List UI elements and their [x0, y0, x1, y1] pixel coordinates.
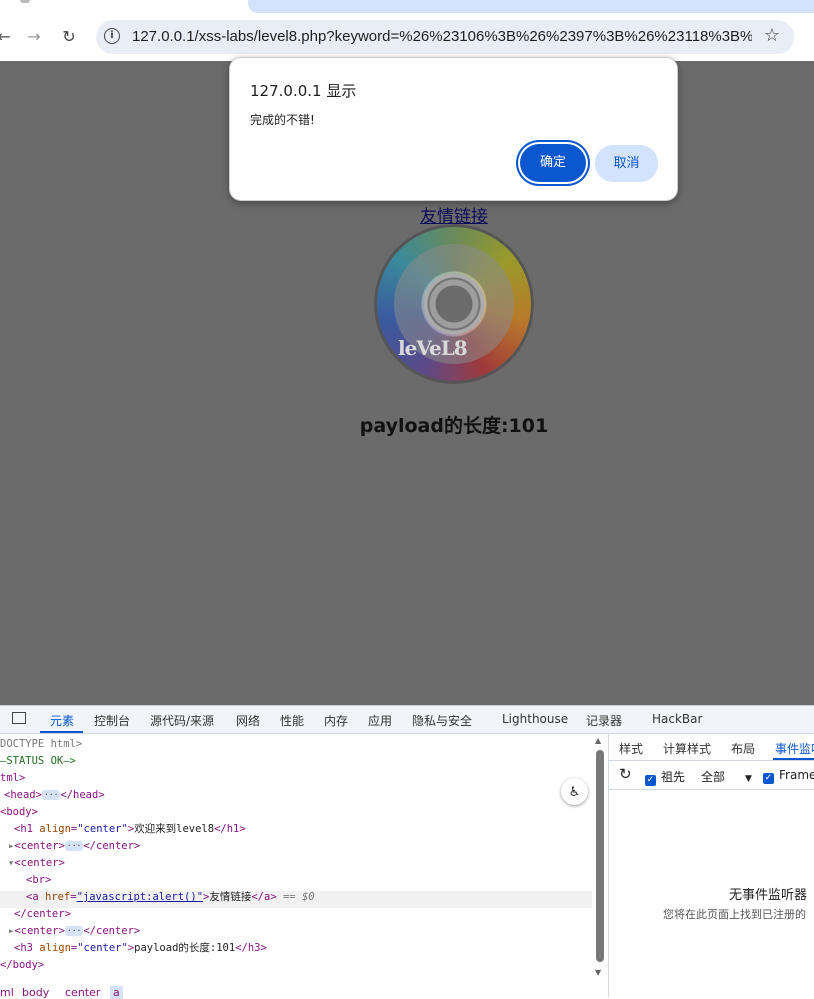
tab-strip: [0, 0, 814, 14]
tab-lighthouse[interactable]: Lighthouse: [502, 712, 568, 726]
reload-icon[interactable]: ↻: [57, 25, 81, 49]
address-bar[interactable]: i 127.0.0.1/xss-labs/level8.php?keyword=…: [96, 20, 794, 54]
tab-computed[interactable]: 计算样式: [663, 740, 711, 757]
tab-recorder[interactable]: 记录器: [586, 712, 622, 729]
tab-fragment[interactable]: [20, 0, 30, 3]
star-icon[interactable]: ☆: [764, 25, 780, 46]
payload-length-heading: payload的长度:101: [359, 415, 549, 437]
breadcrumb: ml body center a: [0, 984, 608, 999]
tab-bar-background: [248, 0, 814, 13]
tab-hackbar[interactable]: HackBar: [652, 712, 702, 726]
level8-image: leVeL8: [374, 224, 534, 384]
friend-link[interactable]: 友情链接: [0, 202, 814, 227]
cancel-button[interactable]: 取消: [595, 145, 658, 182]
breadcrumb-html[interactable]: ml: [0, 986, 14, 999]
tab-memory[interactable]: 内存: [324, 712, 348, 729]
collapsed-ellipsis[interactable]: ···: [64, 926, 84, 936]
accessibility-icon[interactable]: ♿: [561, 778, 588, 805]
collapsed-ellipsis[interactable]: ···: [41, 790, 61, 800]
dom-line-body-close[interactable]: </body>: [0, 957, 44, 974]
url-text[interactable]: 127.0.0.1/xss-labs/level8.php?keyword=%2…: [132, 28, 752, 45]
check-icon: ✓: [645, 775, 656, 786]
empty-state-description: 您将在此页面上找到已注册的: [663, 908, 806, 921]
dom-line-body[interactable]: <body>: [0, 804, 38, 821]
tab-event-listeners[interactable]: 事件监听: [775, 740, 814, 757]
level8-image-text: leVeL8: [398, 336, 468, 360]
ancestors-checkbox[interactable]: ✓ 祖先: [645, 768, 685, 786]
framework-checkbox[interactable]: ✓ Frame: [763, 768, 814, 784]
check-icon: ✓: [763, 773, 774, 784]
alert-dialog: 127.0.0.1 显示 完成的不错! 确定 取消: [229, 57, 678, 201]
breadcrumb-body[interactable]: body: [22, 986, 49, 999]
dom-line-anchor[interactable]: <a href="javascript:alert()">友情链接</a> ==…: [26, 889, 315, 906]
dom-scrollbar[interactable]: ▲ ▼: [595, 734, 605, 980]
chevron-down-icon: ▼: [745, 774, 752, 784]
dom-tree: DOCTYPE html> —STATUS OK—> tml> <head> ··…: [0, 734, 608, 992]
active-tab-indicator: [40, 731, 83, 733]
dialog-message: 完成的不错!: [250, 113, 315, 127]
devtools-panel: 元素 控制台 源代码/来源 网络 性能 内存 应用 隐私与安全 Lighthou…: [0, 705, 814, 999]
tab-network[interactable]: 网络: [236, 712, 260, 729]
device-toolbar-icon[interactable]: [12, 712, 26, 724]
dom-line-center-close[interactable]: </center>: [14, 906, 71, 923]
dom-line-doctype[interactable]: DOCTYPE html>: [0, 736, 82, 753]
refresh-icon[interactable]: ↻: [619, 765, 632, 783]
dom-line-br[interactable]: <br>: [26, 872, 51, 889]
scrollbar-thumb[interactable]: [596, 750, 604, 962]
listener-filter-bar: ↻ ✓ 祖先 全部 ▼ ✓ Frame: [609, 761, 814, 790]
tab-elements[interactable]: 元素: [50, 712, 74, 729]
dom-line-h1[interactable]: <h1 align="center">欢迎来到level8</h1>: [14, 821, 246, 838]
side-tabbar: 样式 计算样式 布局 事件监听: [609, 734, 814, 761]
dom-line-center-collapsed[interactable]: ▸<center> ··· </center>: [8, 838, 140, 855]
dialog-title: 127.0.0.1 显示: [250, 82, 357, 100]
dom-line-h3[interactable]: <h3 align="center">payload的长度:101</h3>: [14, 940, 267, 957]
collapsed-ellipsis[interactable]: ···: [64, 841, 84, 851]
browser-toolbar: ← → ↻ i 127.0.0.1/xss-labs/level8.php?ke…: [0, 14, 814, 61]
tab-performance[interactable]: 性能: [280, 712, 304, 729]
dom-line-html[interactable]: tml>: [0, 770, 25, 787]
forward-icon[interactable]: →: [22, 25, 46, 49]
empty-state-title: 无事件监听器: [729, 888, 808, 903]
scroll-up-icon[interactable]: ▲: [595, 736, 601, 745]
ok-button[interactable]: 确定: [520, 144, 586, 182]
side-active-indicator: [773, 758, 814, 760]
side-panel: 样式 计算样式 布局 事件监听 ↻ ✓祖先 全部▼ ✓Frame 无事件监听器 …: [608, 734, 814, 997]
devtools-tabbar: 元素 控制台 源代码/来源 网络 性能 内存 应用 隐私与安全 Lighthou…: [0, 706, 814, 734]
tab-sources[interactable]: 源代码/来源: [150, 712, 214, 729]
breadcrumb-center[interactable]: center: [65, 986, 100, 999]
tab-layout[interactable]: 布局: [731, 740, 755, 757]
back-icon[interactable]: ←: [0, 25, 16, 49]
dom-line-comment[interactable]: —STATUS OK—>: [0, 753, 76, 770]
tab-application[interactable]: 应用: [368, 712, 392, 729]
info-icon[interactable]: i: [104, 28, 120, 44]
dom-line-center-open[interactable]: ▾<center>: [8, 855, 65, 872]
tab-privacy-security[interactable]: 隐私与安全: [412, 712, 472, 729]
tab-styles[interactable]: 样式: [619, 740, 643, 757]
dom-line-head[interactable]: <head> ··· </head>: [4, 787, 105, 804]
scope-select[interactable]: 全部 ▼: [701, 768, 752, 785]
scroll-down-icon[interactable]: ▼: [595, 968, 601, 977]
tab-console[interactable]: 控制台: [94, 712, 130, 729]
dom-line-center-collapsed-2[interactable]: ▸<center> ··· </center>: [8, 923, 140, 940]
breadcrumb-a[interactable]: a: [110, 986, 123, 999]
